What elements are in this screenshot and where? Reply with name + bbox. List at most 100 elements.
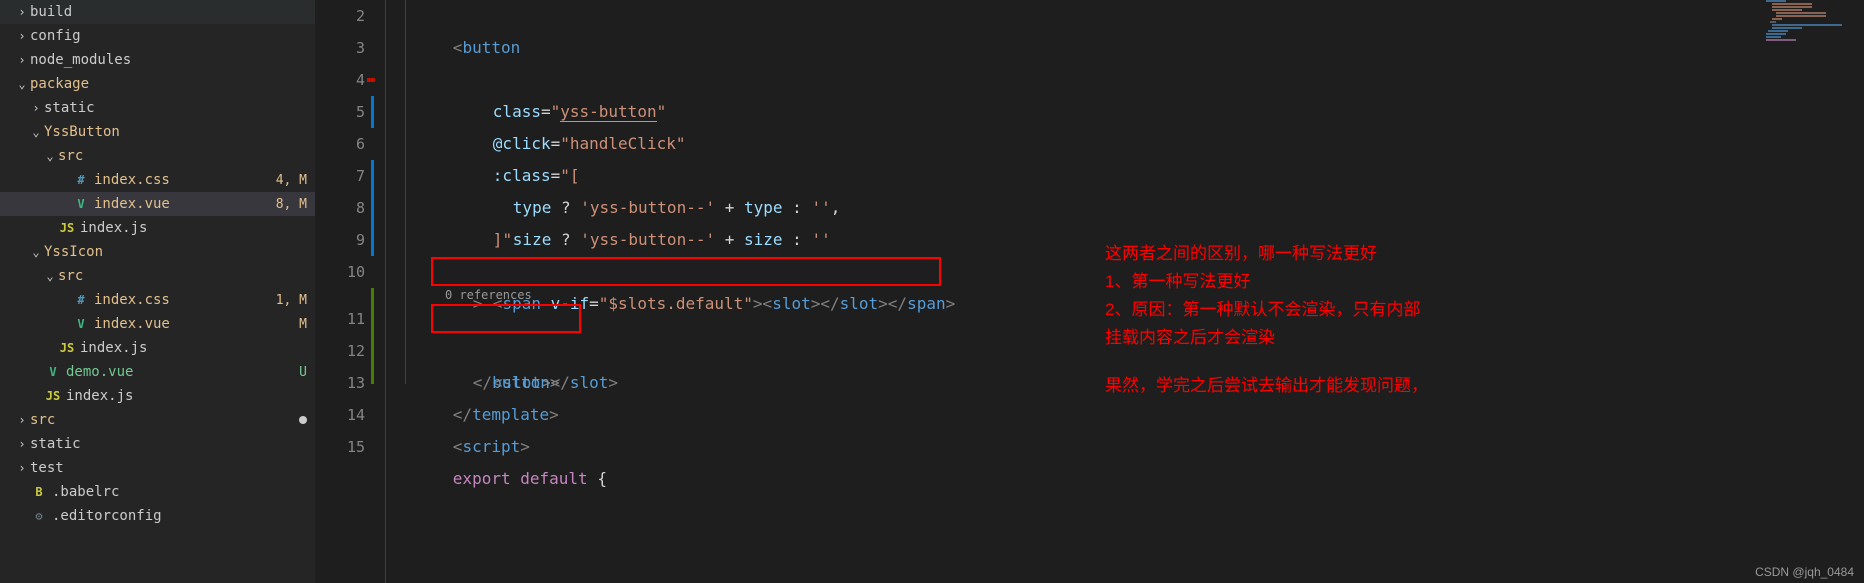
file-item[interactable]: JSindex.js bbox=[0, 384, 315, 408]
line-number: 6 bbox=[315, 128, 365, 160]
chevron-icon[interactable]: › bbox=[14, 461, 30, 475]
code-line[interactable]: <span v-if="$slots.default"><slot></slot… bbox=[385, 256, 1764, 288]
config-icon: ⚙ bbox=[30, 509, 48, 523]
tree-item-label: test bbox=[30, 460, 307, 476]
file-item[interactable]: #index.css1, M bbox=[0, 288, 315, 312]
tree-item-label: index.vue bbox=[94, 316, 295, 332]
tree-item-label: build bbox=[30, 4, 307, 20]
file-item[interactable]: JSindex.js bbox=[0, 216, 315, 240]
chevron-icon[interactable]: › bbox=[28, 101, 44, 115]
folder-item[interactable]: ⌄src bbox=[0, 144, 315, 168]
tree-item-label: src bbox=[30, 412, 299, 428]
chevron-icon[interactable]: ⌄ bbox=[28, 245, 44, 259]
chevron-icon[interactable]: › bbox=[14, 437, 30, 451]
js-icon: JS bbox=[44, 389, 62, 403]
file-item[interactable]: JSindex.js bbox=[0, 336, 315, 360]
code-line[interactable]: size ? 'yss-button--' + size : '' bbox=[385, 160, 1764, 192]
folder-item[interactable]: ⌄package bbox=[0, 72, 315, 96]
codelens-references[interactable]: 0 references bbox=[445, 288, 532, 303]
tree-item-label: static bbox=[30, 436, 307, 452]
watermark: CSDN @jqh_0484 bbox=[1755, 565, 1854, 579]
file-item[interactable]: Vdemo.vueU bbox=[0, 360, 315, 384]
change-marker bbox=[367, 78, 375, 82]
line-number: 5 bbox=[315, 96, 365, 128]
chevron-icon[interactable]: › bbox=[14, 29, 30, 43]
tree-item-label: config bbox=[30, 28, 307, 44]
code-line[interactable]: class="yss-button" bbox=[385, 32, 1764, 64]
tree-item-label: demo.vue bbox=[66, 364, 295, 380]
babel-icon: B bbox=[30, 485, 48, 499]
git-status-badge: U bbox=[295, 365, 307, 380]
folder-item[interactable]: ›static bbox=[0, 432, 315, 456]
git-status-badge: M bbox=[295, 317, 307, 332]
code-line[interactable]: :class="[ bbox=[385, 96, 1764, 128]
tree-item-label: index.js bbox=[80, 220, 307, 236]
file-item[interactable]: B .babelrc bbox=[0, 480, 315, 504]
change-marker bbox=[371, 96, 374, 128]
folder-item[interactable]: ⌄YssButton bbox=[0, 120, 315, 144]
line-number: 12 bbox=[315, 335, 365, 367]
code-line[interactable]: <button bbox=[385, 0, 1764, 32]
code-line[interactable]: export default { bbox=[385, 431, 1764, 463]
chevron-icon[interactable]: ⌄ bbox=[28, 125, 44, 139]
highlight-box-2 bbox=[431, 304, 581, 333]
tree-item-label: node_modules bbox=[30, 52, 307, 68]
code-editor[interactable]: 23456789101112131415 <button class="yss-… bbox=[315, 0, 1864, 583]
change-marker bbox=[371, 160, 374, 192]
code-content[interactable]: <button class="yss-button" @click="handl… bbox=[385, 0, 1764, 583]
line-number: 4 bbox=[315, 64, 365, 96]
vue-icon: V bbox=[44, 365, 62, 379]
file-item[interactable]: Vindex.vue8, M bbox=[0, 192, 315, 216]
git-status-badge: 4, M bbox=[272, 173, 307, 188]
chevron-icon[interactable]: ⌄ bbox=[14, 77, 30, 91]
code-line[interactable]: type ? 'yss-button--' + type : '', bbox=[385, 128, 1764, 160]
code-line[interactable]: <script> bbox=[385, 399, 1764, 431]
annotation-text: 这两者之间的区别，哪一种写法更好 1、第一种写法更好 2、原因：第一种默认不会渲… bbox=[1105, 240, 1545, 400]
code-line[interactable]: 0 references <slot></slot> bbox=[385, 303, 1764, 335]
git-status-badge: 8, M bbox=[272, 197, 307, 212]
line-number-gutter: 23456789101112131415 bbox=[315, 0, 385, 583]
change-marker bbox=[371, 192, 374, 224]
minimap[interactable] bbox=[1764, 0, 1864, 583]
line-number: 11 bbox=[315, 303, 365, 335]
code-line[interactable]: ]" bbox=[385, 192, 1764, 224]
chevron-icon[interactable]: › bbox=[14, 5, 30, 19]
line-number: 8 bbox=[315, 192, 365, 224]
folder-item[interactable]: ›static bbox=[0, 96, 315, 120]
tree-item-label: YssButton bbox=[44, 124, 307, 140]
folder-item[interactable]: ⌄YssIcon bbox=[0, 240, 315, 264]
code-line[interactable]: > bbox=[385, 224, 1764, 256]
tree-item-label: package bbox=[30, 76, 307, 92]
code-line[interactable]: @click="handleClick" bbox=[385, 64, 1764, 96]
file-item[interactable]: ⚙.editorconfig bbox=[0, 504, 315, 528]
tree-item-label: .babelrc bbox=[52, 484, 307, 500]
folder-item[interactable]: ›config bbox=[0, 24, 315, 48]
file-item[interactable]: # index.css4, M bbox=[0, 168, 315, 192]
chevron-icon[interactable]: ⌄ bbox=[42, 149, 58, 163]
code-line[interactable]: </template> bbox=[385, 367, 1764, 399]
line-number: 14 bbox=[315, 399, 365, 431]
file-explorer[interactable]: ›build›config›node_modules⌄package›stati… bbox=[0, 0, 315, 583]
file-item[interactable]: Vindex.vueM bbox=[0, 312, 315, 336]
tree-item-label: src bbox=[58, 268, 307, 284]
css-icon: # bbox=[72, 173, 90, 187]
line-number: 3 bbox=[315, 32, 365, 64]
tree-item-label: YssIcon bbox=[44, 244, 307, 260]
code-line[interactable]: </button> bbox=[385, 335, 1764, 367]
folder-item[interactable]: ›build bbox=[0, 0, 315, 24]
tree-item-label: index.vue bbox=[94, 196, 272, 212]
tree-item-label: index.css bbox=[94, 292, 272, 308]
folder-item[interactable]: ⌄src bbox=[0, 264, 315, 288]
line-number: 2 bbox=[315, 0, 365, 32]
chevron-icon[interactable]: › bbox=[14, 413, 30, 427]
tree-item-label: index.css bbox=[94, 172, 272, 188]
chevron-icon[interactable]: › bbox=[14, 53, 30, 67]
folder-item[interactable]: ›src bbox=[0, 408, 315, 432]
line-number: 10 bbox=[315, 256, 365, 288]
folder-item[interactable]: ›node_modules bbox=[0, 48, 315, 72]
vue-icon: V bbox=[72, 317, 90, 331]
folder-item[interactable]: ›test bbox=[0, 456, 315, 480]
status-dot bbox=[299, 416, 307, 424]
chevron-icon[interactable]: ⌄ bbox=[42, 269, 58, 283]
tree-item-label: src bbox=[58, 148, 307, 164]
